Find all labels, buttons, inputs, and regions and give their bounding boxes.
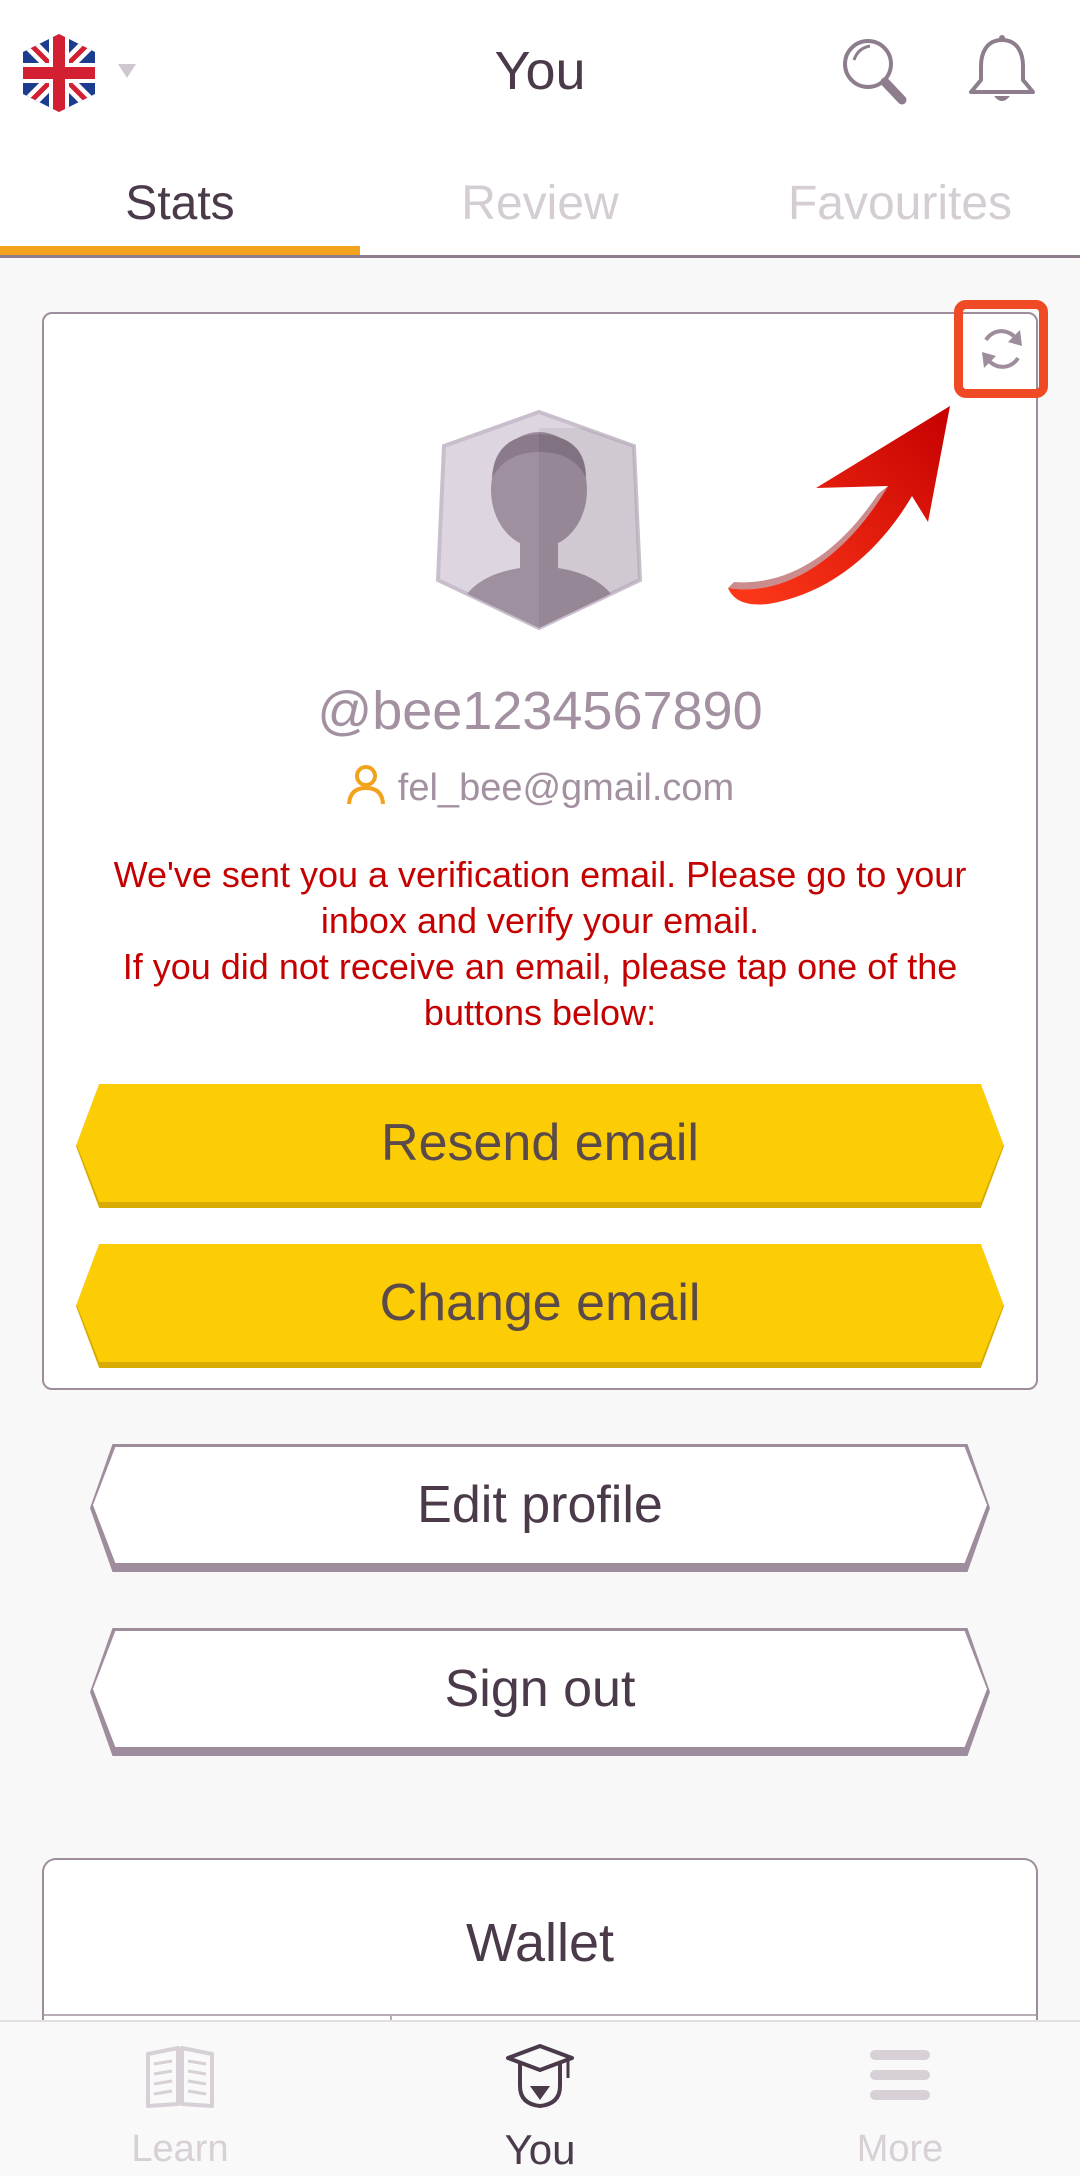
email-row: fel_bee@gmail.com xyxy=(0,764,1080,810)
edit-profile-button[interactable]: Edit profile xyxy=(93,1447,987,1563)
verification-message: We've sent you a verification email. Ple… xyxy=(70,852,1010,1036)
edit-profile-button-frame: Edit profile xyxy=(90,1444,990,1572)
divider xyxy=(44,2014,1036,2016)
wallet-card[interactable]: Wallet xyxy=(42,1858,1038,2044)
nav-more-label: More xyxy=(856,2128,944,2170)
notification-bell-icon[interactable] xyxy=(964,34,1040,110)
bottom-navigation: Learn You More xyxy=(0,2020,1080,2176)
nav-learn-label: Learn xyxy=(131,2128,229,2170)
page-title: You xyxy=(494,41,586,101)
tab-favourites[interactable]: Favourites xyxy=(720,160,1080,258)
nav-more[interactable]: More xyxy=(720,2022,1080,2176)
graduation-cap-icon xyxy=(506,2044,574,2108)
change-email-label: Change email xyxy=(379,1274,701,1332)
nav-you[interactable]: You xyxy=(360,2022,720,2176)
menu-icon xyxy=(870,2050,930,2100)
sign-out-button-frame: Sign out xyxy=(90,1628,990,1756)
tab-bar: Stats Review Favourites xyxy=(0,160,1080,258)
person-icon xyxy=(346,765,385,805)
email-text: fel_bee@gmail.com xyxy=(397,767,735,809)
red-arrow-annotation xyxy=(728,406,950,605)
sign-out-button[interactable]: Sign out xyxy=(93,1631,987,1747)
nav-learn[interactable]: Learn xyxy=(0,2022,360,2176)
username: @bee1234567890 xyxy=(317,681,763,741)
avatar[interactable] xyxy=(434,408,644,632)
verification-line-1: We've sent you a verification email. Ple… xyxy=(113,854,967,941)
top-app-bar: You xyxy=(0,0,1080,160)
verification-line-2: If you did not receive an email, please … xyxy=(122,946,958,1033)
resend-email-button[interactable]: Resend email xyxy=(76,1084,1004,1202)
sign-out-label: Sign out xyxy=(444,1660,636,1718)
change-email-button-frame: Change email xyxy=(76,1244,1004,1368)
tab-stats[interactable]: Stats xyxy=(0,160,360,258)
book-icon xyxy=(146,2046,214,2108)
change-email-button[interactable]: Change email xyxy=(76,1244,1004,1362)
nav-you-label: You xyxy=(504,2126,576,2173)
wallet-title: Wallet xyxy=(465,1913,615,1973)
resend-email-label: Resend email xyxy=(381,1114,699,1172)
resend-email-button-frame: Resend email xyxy=(76,1084,1004,1208)
active-tab-indicator xyxy=(0,246,360,255)
search-icon[interactable] xyxy=(838,34,910,110)
refresh-icon[interactable] xyxy=(974,320,1030,378)
tab-review[interactable]: Review xyxy=(360,160,720,258)
edit-profile-label: Edit profile xyxy=(417,1476,663,1534)
